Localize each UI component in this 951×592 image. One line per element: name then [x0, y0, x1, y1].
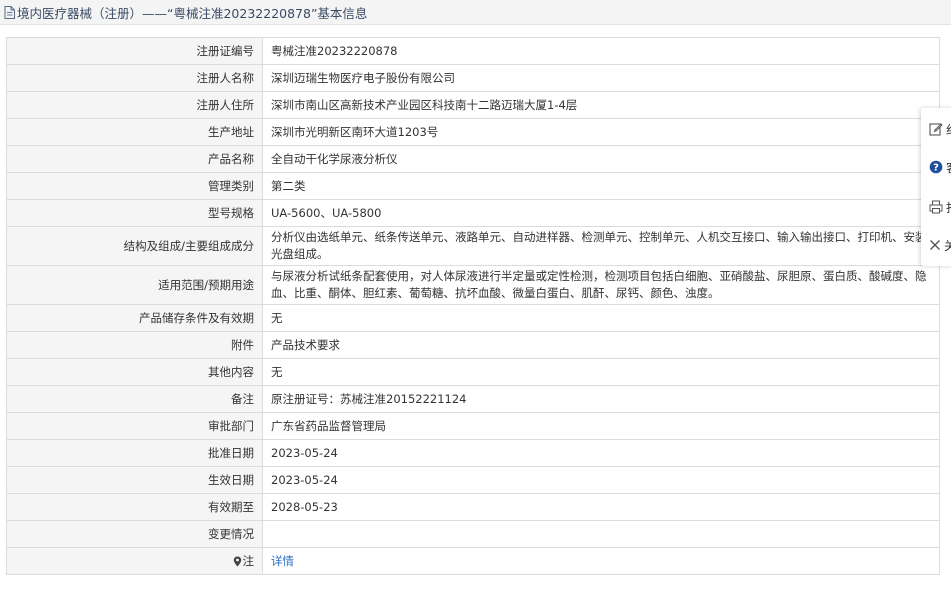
- row-value: 无: [262, 358, 940, 386]
- table-row-note: 注 详情: [6, 547, 940, 575]
- help-icon: ?: [929, 160, 943, 174]
- row-label: 生产地址: [6, 118, 263, 146]
- row-label: 注册人名称: [6, 64, 263, 92]
- table-row: 注册证编号 粤械注准20232220878: [6, 37, 940, 65]
- row-label: 批准日期: [6, 439, 263, 467]
- row-label: 附件: [6, 331, 263, 359]
- table-row: 产品名称 全自动干化学尿液分析仪: [6, 145, 940, 173]
- service-label: 客: [946, 159, 951, 176]
- correction-button[interactable]: 纠: [921, 110, 951, 148]
- row-value: 深圳市南山区高新技术产业园区科技南十二路迈瑞大厦1-4层: [262, 91, 940, 119]
- row-label: 管理类别: [6, 172, 263, 200]
- page-title: 境内医疗器械（注册）——“粤械注准20232220878”基本信息: [17, 5, 368, 21]
- document-icon: [4, 5, 15, 19]
- table-row: 适用范围/预期用途 与尿液分析试纸条配套使用，对人体尿液进行半定量或定性检测，检…: [6, 265, 940, 305]
- row-label: 结构及组成/主要组成成分: [6, 226, 263, 266]
- row-label: 产品储存条件及有效期: [6, 304, 263, 332]
- row-label: 有效期至: [6, 493, 263, 521]
- row-label: 注册人住所: [6, 91, 263, 119]
- table-row: 其他内容 无: [6, 358, 940, 386]
- table-row: 生效日期 2023-05-24: [6, 466, 940, 494]
- row-value: 深圳市光明新区南环大道1203号: [262, 118, 940, 146]
- service-button[interactable]: ? 客: [921, 148, 951, 186]
- edit-icon: [929, 123, 943, 136]
- page-title-bar: 境内医疗器械（注册）——“粤械注准20232220878”基本信息: [0, 0, 951, 25]
- table-row: 管理类别 第二类: [6, 172, 940, 200]
- row-value: 2023-05-24: [262, 439, 940, 467]
- row-value: [262, 520, 940, 548]
- map-pin-icon: [233, 556, 241, 566]
- row-value: 深圳迈瑞生物医疗电子股份有限公司: [262, 64, 940, 92]
- row-value: 与尿液分析试纸条配套使用，对人体尿液进行半定量或定性检测，检测项目包括白细胞、亚…: [262, 265, 940, 305]
- row-label: 注册证编号: [6, 37, 263, 65]
- row-label: 变更情况: [6, 520, 263, 548]
- row-value: 广东省药品监督管理局: [262, 412, 940, 440]
- detail-link[interactable]: 详情: [271, 554, 294, 568]
- row-value: UA-5600、UA-5800: [262, 199, 940, 227]
- table-row: 生产地址 深圳市光明新区南环大道1203号: [6, 118, 940, 146]
- table-row: 附件 产品技术要求: [6, 331, 940, 359]
- row-value: 2023-05-24: [262, 466, 940, 494]
- table-row: 结构及组成/主要组成成分 分析仪由选纸单元、纸条传送单元、液路单元、自动进样器、…: [6, 226, 940, 266]
- row-label: 其他内容: [6, 358, 263, 386]
- table-row: 审批部门 广东省药品监督管理局: [6, 412, 940, 440]
- row-value: 原注册证号：苏械注准20152221124: [262, 385, 940, 413]
- row-value: 粤械注准20232220878: [262, 37, 940, 65]
- table-row: 型号规格 UA-5600、UA-5800: [6, 199, 940, 227]
- table-row: 产品储存条件及有效期 无: [6, 304, 940, 332]
- row-value: 第二类: [262, 172, 940, 200]
- row-label: 备注: [6, 385, 263, 413]
- print-label: 打: [946, 199, 951, 216]
- table-row: 变更情况: [6, 520, 940, 548]
- svg-text:?: ?: [933, 163, 939, 174]
- note-value: 详情: [262, 547, 940, 575]
- row-value: 分析仪由选纸单元、纸条传送单元、液路单元、自动进样器、检测单元、控制单元、人机交…: [262, 226, 940, 266]
- close-icon: [930, 240, 940, 250]
- table-row: 注册人住所 深圳市南山区高新技术产业园区科技南十二路迈瑞大厦1-4层: [6, 91, 940, 119]
- row-value: 产品技术要求: [262, 331, 940, 359]
- print-button[interactable]: 打: [921, 188, 951, 226]
- info-table: 注册证编号 粤械注准20232220878 注册人名称 深圳迈瑞生物医疗电子股份…: [6, 37, 940, 575]
- row-value: 2028-05-23: [262, 493, 940, 521]
- print-icon: [929, 200, 943, 214]
- close-label: 关: [944, 238, 951, 253]
- row-label: 审批部门: [6, 412, 263, 440]
- row-label: 生效日期: [6, 466, 263, 494]
- row-value: 无: [262, 304, 940, 332]
- row-label: 适用范围/预期用途: [6, 265, 263, 305]
- table-row: 有效期至 2028-05-23: [6, 493, 940, 521]
- row-label: 产品名称: [6, 145, 263, 173]
- table-row: 注册人名称 深圳迈瑞生物医疗电子股份有限公司: [6, 64, 940, 92]
- table-row: 批准日期 2023-05-24: [6, 439, 940, 467]
- table-row: 备注 原注册证号：苏械注准20152221124: [6, 385, 940, 413]
- row-value: 全自动干化学尿液分析仪: [262, 145, 940, 173]
- correction-label: 纠: [946, 121, 951, 138]
- row-label: 型号规格: [6, 199, 263, 227]
- note-label: 注: [6, 547, 263, 575]
- close-button[interactable]: 关: [921, 226, 951, 264]
- note-label-text: 注: [242, 553, 255, 568]
- floating-toolbar: 纠 ? 客 打 关: [921, 108, 951, 266]
